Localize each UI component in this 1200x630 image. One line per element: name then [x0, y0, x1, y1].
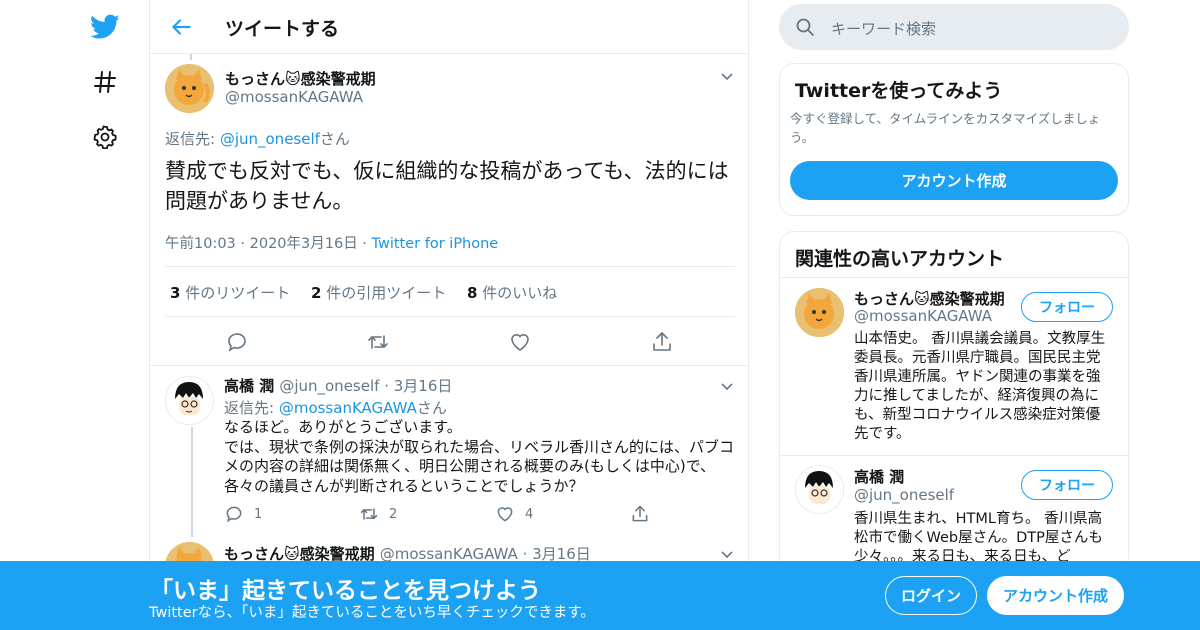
signup-card: Twitterを使ってみよう 今すぐ登録して、タイムラインをカスタマイズしましょ…	[779, 63, 1129, 216]
avatar[interactable]	[795, 465, 844, 514]
thread-line	[191, 427, 193, 537]
main-column: ツイートする もっさん🐱感染警戒期 @mossanKAGAWA 返信先: @ju…	[149, 0, 749, 630]
card-title: 関連性の高いアカウント	[795, 248, 1005, 270]
retweet-icon[interactable]	[366, 330, 390, 354]
banner-subtitle: Twitterなら、「いま」起きていることをいち早くチェックできます。	[149, 605, 595, 621]
related-account-handle[interactable]: @jun_oneself	[854, 486, 954, 504]
follow-button[interactable]: フォロー	[1021, 470, 1113, 500]
tweet-text: なるほど。ありがとうございます。 では、現状で条例の採決が取られた場合、リベラル…	[224, 418, 735, 495]
avatar[interactable]	[165, 64, 214, 113]
tweet-author-handle[interactable]: @mossanKAGAWA	[225, 88, 363, 106]
retweet-icon	[360, 508, 378, 520]
create-account-button[interactable]: アカウント作成	[790, 161, 1118, 200]
page: ツイートする もっさん🐱感染警戒期 @mossanKAGAWA 返信先: @ju…	[0, 0, 1200, 630]
card-title: Twitterを使ってみよう	[795, 80, 1003, 102]
divider	[165, 266, 735, 267]
search-bar[interactable]: キーワード検索	[779, 4, 1129, 50]
card-description: 今すぐ登録して、タイムラインをカスタマイズしましょう。	[790, 111, 1101, 145]
page-title: ツイートする	[225, 18, 340, 40]
quote-count[interactable]: 2	[311, 284, 321, 302]
reply-context: 返信先: @mossanKAGAWAさん	[224, 399, 447, 417]
tweet-stats: 3 件のリツイート 2 件の引用ツイート 8 件のいいね	[170, 284, 558, 302]
signup-banner: 「いま」起きていることを見つけよう Twitterなら、「いま」起きていることを…	[0, 561, 1200, 630]
related-account-name[interactable]: もっさん🐱感染警戒期	[854, 288, 1005, 309]
related-account-name[interactable]: 高橋 潤	[854, 466, 904, 487]
share-icon	[632, 505, 648, 522]
signup-button[interactable]: アカウント作成	[987, 576, 1124, 615]
banner-title: 「いま」起きていることを見つけよう	[150, 578, 541, 604]
search-input[interactable]: キーワード検索	[831, 18, 936, 39]
tweet-source[interactable]: Twitter for iPhone	[372, 236, 499, 252]
reply-to-link[interactable]: @jun_oneself	[220, 130, 320, 148]
avatar[interactable]	[165, 376, 214, 425]
account-bio: 香川県生まれ、HTML育ち。 香川県高松市で働くWeb屋さん。DTP屋さんも少々…	[854, 511, 1103, 565]
retweet-action[interactable]: 2	[359, 504, 397, 524]
reply-author[interactable]: 高橋 潤 @jun_oneself · 3月16日	[224, 375, 452, 396]
follow-button[interactable]: フォロー	[1021, 292, 1113, 322]
twitter-bird-icon[interactable]	[90, 12, 120, 42]
login-button[interactable]: ログイン	[885, 576, 977, 615]
reply-action[interactable]: 1	[224, 504, 262, 524]
chevron-down-icon[interactable]	[719, 378, 735, 394]
reply-to-link[interactable]: @mossanKAGAWA	[279, 399, 417, 417]
like-heart-icon	[497, 507, 513, 522]
main-header: ツイートする	[150, 0, 748, 54]
related-account-handle[interactable]: @mossanKAGAWA	[854, 307, 992, 325]
tweet-text: 賛成でも反対でも、仮に組織的な投稿があっても、法的には問題がありません。	[165, 159, 729, 213]
gear-icon[interactable]	[90, 122, 120, 152]
like-action[interactable]: 4	[495, 504, 533, 524]
share-action[interactable]	[630, 504, 650, 524]
tweet-meta: 午前10:03 · 2020年3月16日 · Twitter for iPhon…	[165, 236, 499, 252]
avatar[interactable]	[795, 288, 844, 337]
tweet-author-name[interactable]: もっさん🐱感染警戒期	[225, 68, 376, 89]
tweet-time[interactable]: 午前10:03	[165, 236, 236, 252]
reply-context: 返信先: @jun_oneselfさん	[165, 130, 350, 148]
chevron-down-icon[interactable]	[719, 546, 735, 562]
tweet-date[interactable]: 2020年3月16日	[250, 236, 358, 252]
reply-icon	[226, 506, 242, 523]
back-arrow-icon[interactable]	[168, 14, 194, 40]
related-accounts-card: 関連性の高いアカウント もっさん🐱感染警戒期 @mossanKAGAWA フォロ…	[779, 231, 1129, 571]
hashtag-icon[interactable]	[90, 67, 120, 97]
reply-icon[interactable]	[225, 330, 249, 354]
chevron-down-icon[interactable]	[719, 68, 735, 84]
thread-line	[190, 54, 192, 60]
divider	[165, 316, 735, 317]
like-count[interactable]: 8	[467, 284, 477, 302]
retweet-count[interactable]: 3	[170, 284, 180, 302]
divider	[150, 365, 748, 366]
like-heart-icon[interactable]	[508, 330, 532, 354]
divider	[780, 455, 1128, 456]
account-bio: 山本悟史。 香川県議会議員。文教厚生委員長。元香川県庁職員。国民民主党香川県連所…	[854, 331, 1106, 442]
search-icon	[795, 17, 815, 37]
divider	[780, 277, 1128, 278]
share-icon[interactable]	[650, 330, 674, 354]
